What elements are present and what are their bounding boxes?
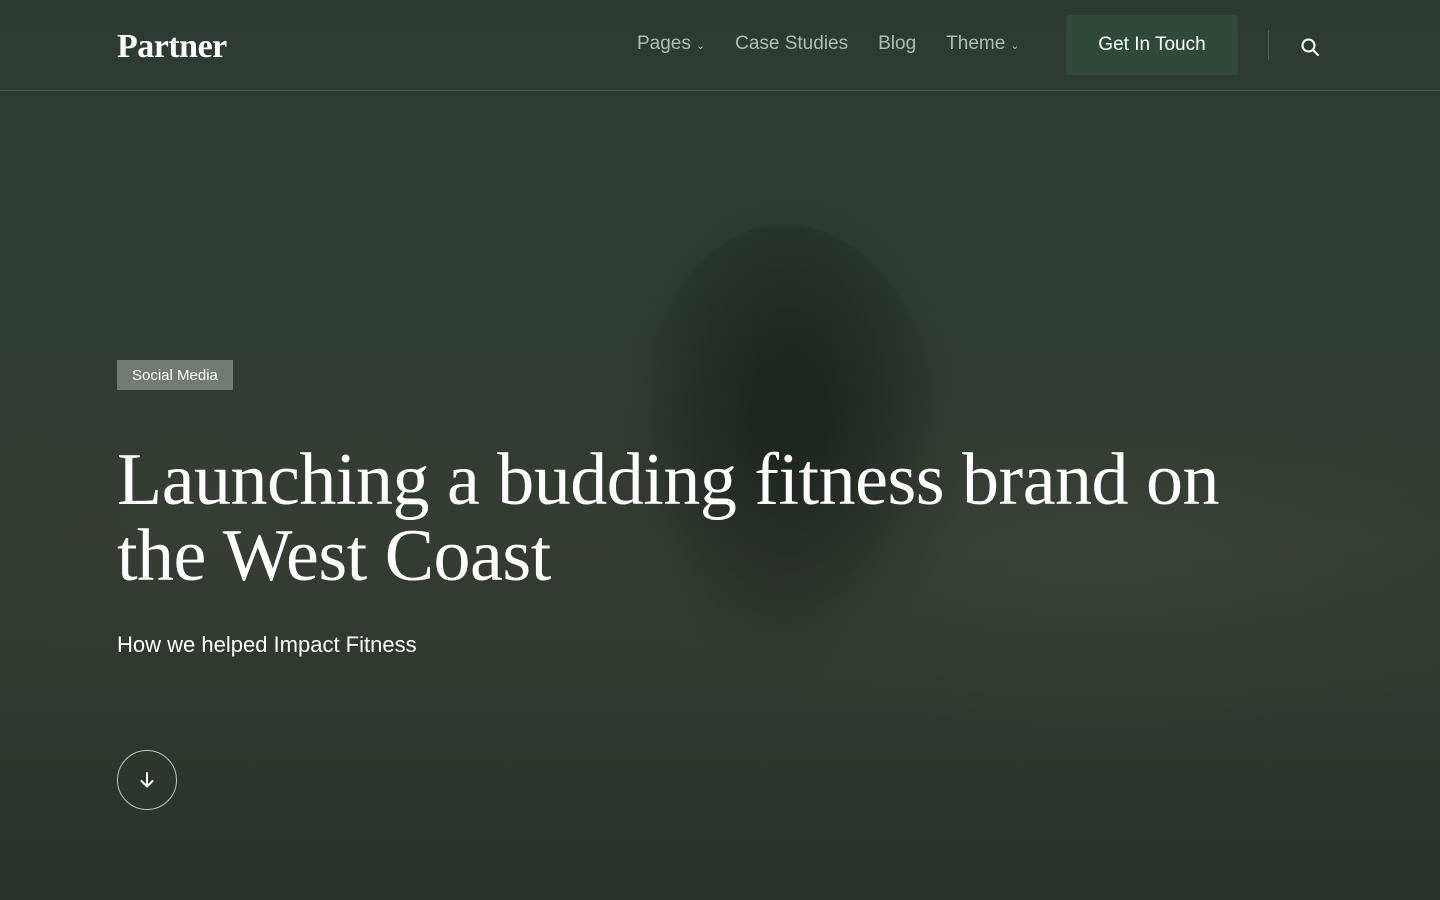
search-icon[interactable] [1300, 37, 1320, 57]
nav-item-label: Blog [878, 33, 917, 54]
nav-item-label: Theme [946, 33, 1006, 54]
nav-item-pages[interactable]: Pages ⌄ [637, 33, 705, 55]
chevron-down-icon: ⌄ [695, 39, 706, 52]
nav-item-label: Case Studies [735, 33, 849, 54]
nav-item-case-studies[interactable]: Case Studies [735, 33, 848, 55]
get-in-touch-button[interactable]: Get In Touch [1066, 15, 1238, 75]
hero-title: Launching a budding fitness brand on the… [117, 439, 1220, 597]
nav-item-blog[interactable]: Blog [878, 33, 916, 55]
chevron-down-icon: ⌄ [1010, 39, 1020, 52]
arrow-down-icon [140, 772, 154, 788]
hero-subtitle: How we helped Impact Fitness [117, 632, 417, 657]
category-badge[interactable]: Social Media [117, 360, 233, 390]
category-label: Social Media [132, 366, 218, 384]
site-header: Partner Pages ⌄ Case Studies Blog Theme … [0, 0, 1440, 91]
nav-item-theme[interactable]: Theme ⌄ [946, 33, 1019, 55]
site-logo[interactable]: Partner [117, 28, 227, 66]
nav-item-label: Pages [637, 33, 691, 54]
header-divider [1268, 30, 1269, 60]
main-nav: Pages ⌄ Case Studies Blog Theme ⌄ [637, 33, 1020, 55]
scroll-down-button[interactable] [117, 750, 177, 810]
